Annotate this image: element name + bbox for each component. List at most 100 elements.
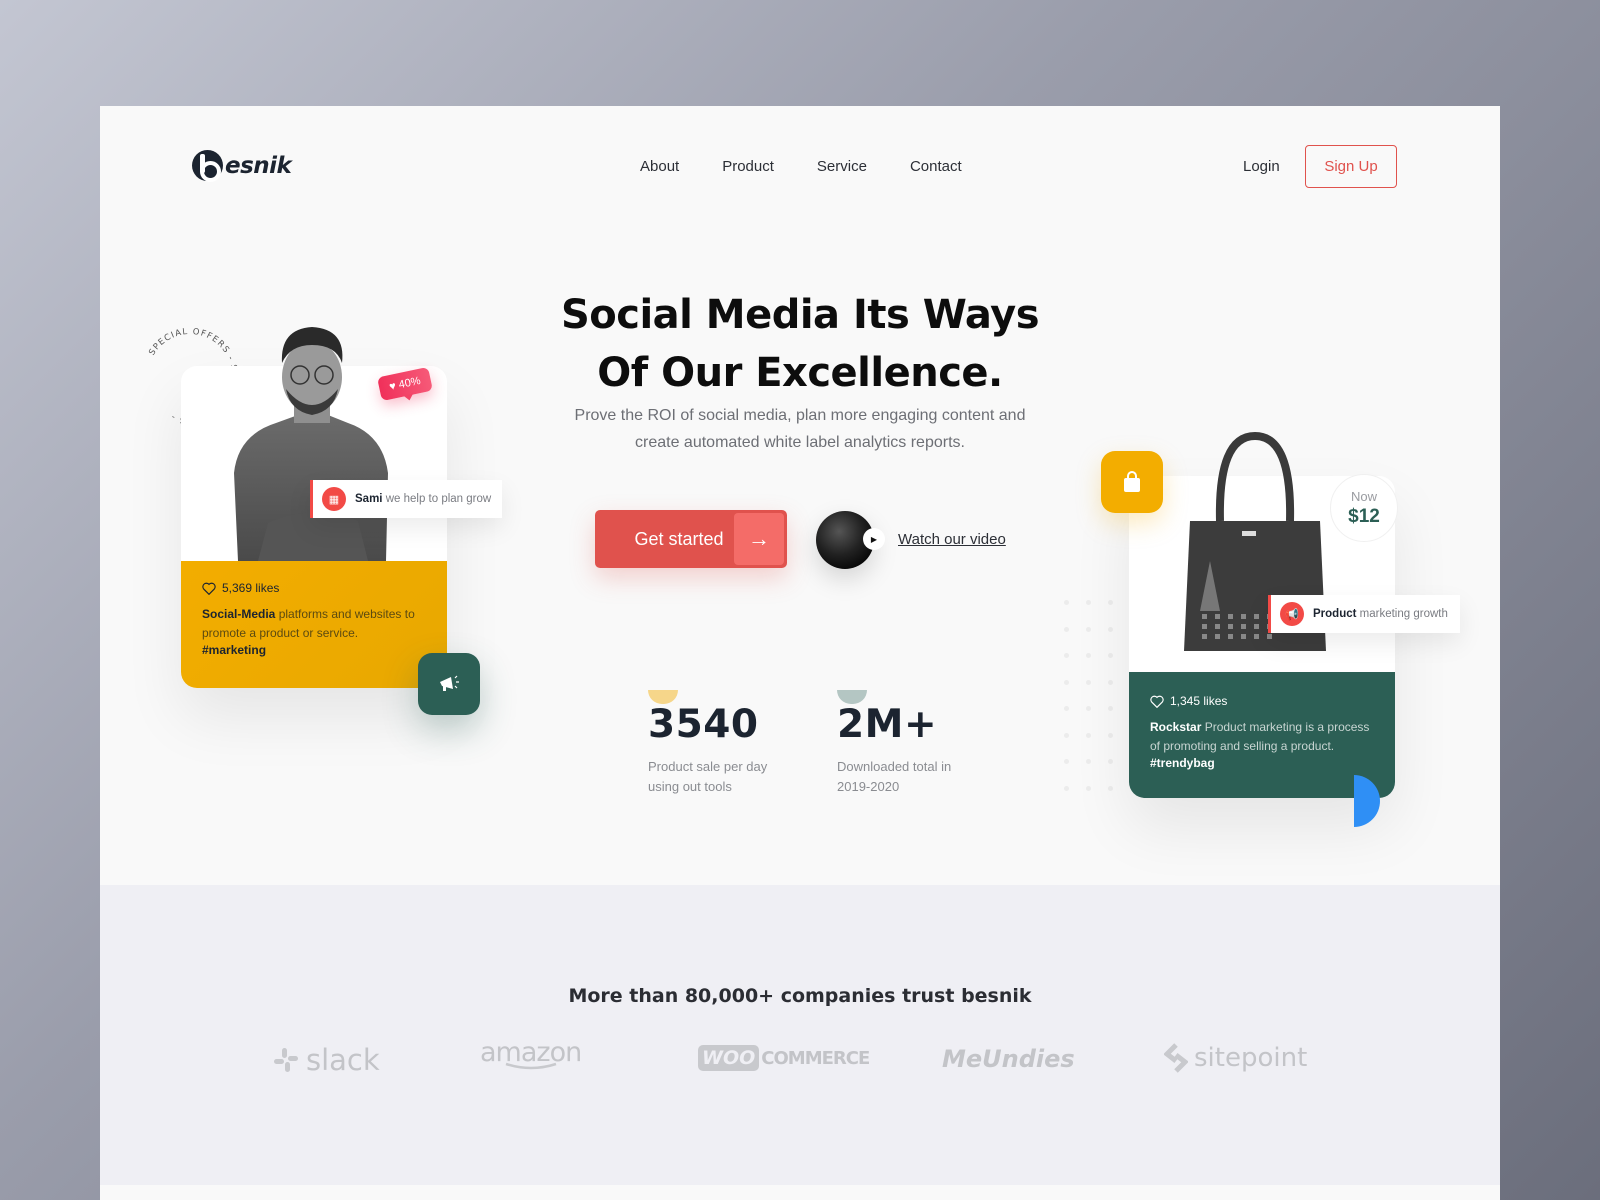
bag-stud: [1241, 634, 1246, 639]
logo[interactable]: esnik: [192, 150, 292, 182]
heart-outline-icon: [202, 582, 216, 595]
landing-page: esnik About Product Service Contact Logi…: [100, 106, 1500, 1200]
trust-title: More than 80,000+ companies trust besnik: [568, 985, 1032, 1007]
dot: [1086, 679, 1091, 685]
amazon-smile-icon: [505, 1062, 556, 1070]
badge-value: 40%: [397, 374, 422, 392]
hero-title-line2: Of Our Excellence.: [597, 350, 1003, 396]
signup-button[interactable]: Sign Up: [1305, 145, 1397, 188]
nav-about[interactable]: About: [640, 158, 679, 175]
likes-count: 5,369 likes: [222, 581, 280, 595]
hero-title-line1: Social Media Its Ways: [560, 292, 1040, 338]
person-photo: [234, 327, 388, 561]
logo-mark-icon: [192, 150, 223, 182]
megaphone-button[interactable]: [418, 653, 480, 715]
dot: [1086, 732, 1091, 738]
logo-woocommerce: WOO COMMERCE: [698, 1045, 870, 1071]
shopping-bag-icon: [1124, 471, 1140, 492]
toast-text: Product marketing growth: [1313, 608, 1448, 620]
bag-stud: [1241, 614, 1246, 619]
hashtag-link[interactable]: #trendybag: [1150, 756, 1374, 770]
get-started-button[interactable]: Get started →: [595, 510, 787, 568]
dot: [1108, 679, 1113, 685]
dot: [1086, 626, 1091, 632]
hero-title: Social Media Its Ways Of Our Excellence.: [540, 286, 1060, 402]
logo-slack: slack: [272, 1043, 380, 1077]
bag-stud: [1241, 624, 1246, 629]
calendar-icon: ▦: [322, 487, 346, 511]
product-toast: 📢 Product marketing growth: [1268, 595, 1460, 633]
dot: [1064, 759, 1069, 764]
dot: [1086, 653, 1091, 658]
toast-text: Sami we help to plan grow: [355, 493, 492, 505]
price-label: Now: [1350, 488, 1377, 504]
slack-icon: [274, 1048, 298, 1072]
hashtag-link[interactable]: #marketing: [202, 643, 426, 657]
bag-stud: [1228, 624, 1233, 629]
card-description: Rockstar Product marketing is a process …: [1150, 720, 1370, 753]
logo-text: esnik: [225, 152, 292, 179]
dot: [1108, 759, 1113, 764]
bag-stud: [1215, 614, 1220, 619]
dot: [1108, 626, 1113, 632]
card-description: Social-Media platforms and websites to p…: [202, 607, 415, 640]
bag-stud: [1267, 634, 1272, 639]
dot: [1064, 679, 1069, 685]
bag-stud: [1202, 634, 1207, 639]
nav-service[interactable]: Service: [817, 158, 867, 175]
dot: [1108, 600, 1113, 605]
bag-stud: [1215, 624, 1220, 629]
heart-icon: ♥: [388, 380, 398, 394]
dot: [1108, 732, 1113, 738]
nav-contact[interactable]: Contact: [910, 158, 962, 175]
dot-pattern: [1064, 600, 1130, 791]
likes-row[interactable]: 1,345 likes: [1150, 694, 1374, 708]
likes-row[interactable]: 5,369 likes: [202, 581, 426, 595]
get-started-label: Get started: [634, 528, 724, 549]
shopping-bag-button[interactable]: [1101, 451, 1163, 513]
sami-toast: ▦ Sami we help to plan grow: [310, 480, 502, 518]
stat-value: 3540: [648, 702, 759, 747]
dot: [1064, 626, 1069, 632]
watch-video-link[interactable]: Watch our video: [898, 531, 1006, 548]
play-icon[interactable]: ▶: [863, 528, 885, 550]
bag-stud: [1254, 614, 1259, 619]
stat-sales: 3540 Product sale per day using out tool…: [648, 690, 788, 797]
main-nav: About Product Service Contact: [640, 158, 962, 175]
dot: [1064, 706, 1069, 711]
social-media-card-footer: 5,369 likes Social-Media platforms and w…: [181, 561, 447, 688]
stat-value: 2M+: [837, 702, 938, 747]
trust-section: More than 80,000+ companies trust besnik…: [100, 885, 1500, 1185]
logo-sitepoint: sitepoint: [1164, 1043, 1307, 1073]
bag-stud: [1228, 634, 1233, 639]
dot: [1086, 759, 1091, 764]
bag-stud: [1228, 614, 1233, 619]
dot: [1064, 600, 1069, 605]
price-value: $12: [1348, 505, 1380, 527]
megaphone-icon: 📢: [1280, 602, 1304, 626]
likes-count: 1,345 likes: [1170, 694, 1228, 708]
dot: [1108, 706, 1113, 711]
dot: [1086, 706, 1091, 711]
nav-product[interactable]: Product: [722, 158, 774, 175]
price-bubble: Now $12: [1330, 474, 1398, 542]
megaphone-icon: [440, 675, 459, 691]
bag-stud: [1202, 614, 1207, 619]
hero-subtitle: Prove the ROI of social media, plan more…: [574, 407, 1026, 451]
dot: [1086, 600, 1091, 605]
stat-downloads: 2M+ Downloaded total in 2019-2020: [837, 690, 977, 797]
dot: [1086, 785, 1091, 791]
dot: [1108, 653, 1113, 658]
bag-stud: [1202, 624, 1207, 629]
dot: [1064, 732, 1069, 738]
sitepoint-icon: [1164, 1043, 1188, 1073]
login-link[interactable]: Login: [1243, 158, 1280, 175]
bag-stud: [1254, 634, 1259, 639]
stat-label: Product sale per day using out tools: [648, 759, 768, 794]
heart-outline-icon: [1150, 695, 1164, 708]
bag-stud: [1254, 624, 1259, 629]
logo-meundies: MeUndies: [942, 1045, 1075, 1073]
dot: [1064, 653, 1069, 658]
arrow-right-icon: →: [734, 513, 784, 565]
stat-label: Downloaded total in 2019-2020: [837, 759, 952, 794]
